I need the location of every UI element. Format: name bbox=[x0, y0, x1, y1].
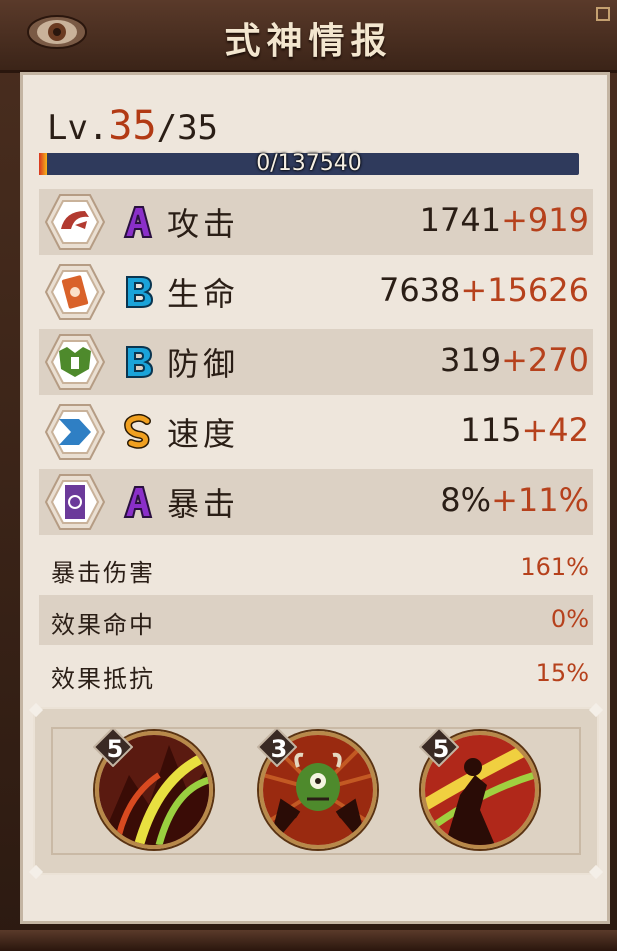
corner-diamond bbox=[588, 864, 604, 880]
corner-diamond bbox=[28, 702, 44, 718]
xp-text: 0/137540 bbox=[256, 151, 362, 176]
skill-slot-2[interactable]: 3 bbox=[257, 727, 383, 855]
shikigami-info-window: 式神情报 Lv.35/35 0/137540 攻击 1741+919 生命 76… bbox=[0, 0, 617, 951]
stat-name: 防御 bbox=[167, 345, 240, 383]
stat-value: 1741+919 bbox=[420, 201, 589, 239]
stat-bonus: +270 bbox=[501, 341, 589, 379]
level-prefix: Lv. bbox=[47, 108, 109, 148]
stat-row-crit: 暴击 8%+11% bbox=[39, 469, 593, 535]
grade-s-icon bbox=[124, 413, 151, 449]
corner-diamond bbox=[28, 864, 44, 880]
stat-value: 319+270 bbox=[440, 341, 589, 379]
level-current: 35 bbox=[108, 103, 157, 149]
substat-row-effect-hit: 效果命中 0% bbox=[39, 595, 593, 645]
substat-name: 暴击伤害 bbox=[51, 559, 155, 587]
stat-bonus: +11% bbox=[491, 481, 589, 519]
grade-b-icon bbox=[126, 346, 154, 378]
stat-value: 8%+11% bbox=[440, 481, 589, 519]
skill-level-text: 5 bbox=[432, 735, 450, 763]
corner-ornament-icon bbox=[596, 7, 610, 21]
corner-diamond bbox=[588, 702, 604, 718]
stat-name: 攻击 bbox=[167, 205, 240, 243]
stat-row-attack: 攻击 1741+919 bbox=[39, 189, 593, 255]
skill-level-text: 3 bbox=[270, 735, 288, 763]
stat-name: 速度 bbox=[167, 415, 240, 453]
substat-name: 效果抵抗 bbox=[51, 665, 155, 693]
stat-bonus: +919 bbox=[501, 201, 589, 239]
stat-name: 暴击 bbox=[167, 485, 240, 523]
attack-icon bbox=[45, 194, 105, 250]
grade-b-icon bbox=[126, 276, 154, 308]
xp-bar: 0/137540 bbox=[39, 151, 579, 176]
skills-section: 5 3 5 bbox=[28, 702, 604, 880]
substat-value: 0% bbox=[550, 605, 589, 633]
stat-value: 115+42 bbox=[460, 411, 589, 449]
stat-base: 7638 bbox=[378, 271, 461, 309]
stat-base: 8% bbox=[440, 481, 492, 519]
health-icon bbox=[45, 264, 105, 320]
crit-icon bbox=[45, 474, 105, 530]
stat-base: 115 bbox=[460, 411, 522, 449]
skill-slot-1[interactable]: 5 bbox=[93, 727, 219, 855]
bottom-frame bbox=[0, 930, 617, 951]
speed-icon bbox=[45, 404, 105, 460]
substat-name: 效果命中 bbox=[51, 611, 155, 639]
stat-base: 1741 bbox=[419, 201, 502, 239]
page-title: 式神情报 bbox=[224, 20, 393, 62]
level-display: Lv.35/35 bbox=[47, 103, 218, 149]
substat-value: 15% bbox=[535, 659, 589, 687]
substat-value: 161% bbox=[520, 553, 589, 581]
substat-row-effect-resist: 效果抵抗 15% bbox=[39, 649, 593, 699]
substat-row-crit-damage: 暴击伤害 161% bbox=[39, 543, 593, 593]
defense-icon bbox=[45, 334, 105, 390]
stat-value: 7638+15626 bbox=[379, 271, 589, 309]
level-max: /35 bbox=[156, 108, 219, 148]
grade-a-icon bbox=[123, 206, 153, 238]
stat-name: 生命 bbox=[167, 275, 240, 313]
skill-slot-3[interactable]: 5 bbox=[419, 727, 545, 855]
stat-bonus: +15626 bbox=[460, 271, 589, 309]
stat-row-speed: 速度 115+42 bbox=[39, 399, 593, 465]
header-bar: 式神情报 bbox=[0, 0, 617, 73]
grade-a-icon bbox=[123, 486, 153, 518]
stat-bonus: +42 bbox=[521, 411, 589, 449]
stat-row-health: 生命 7638+15626 bbox=[39, 259, 593, 325]
stats-panel: Lv.35/35 0/137540 攻击 1741+919 生命 7638+15… bbox=[20, 72, 610, 924]
skill-level-text: 5 bbox=[106, 735, 124, 763]
stat-base: 319 bbox=[440, 341, 502, 379]
stat-row-defense: 防御 319+270 bbox=[39, 329, 593, 395]
